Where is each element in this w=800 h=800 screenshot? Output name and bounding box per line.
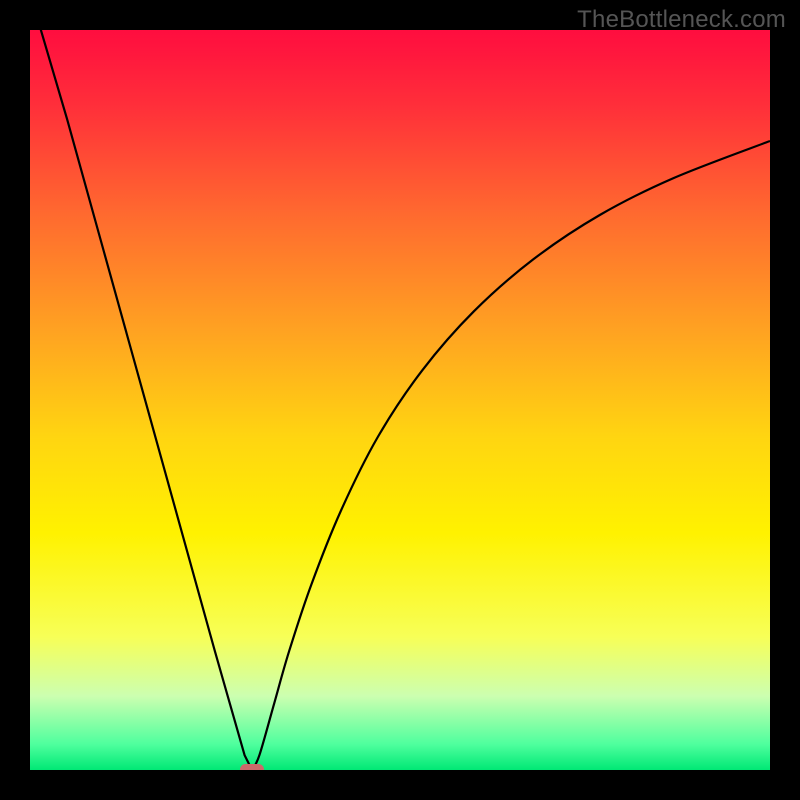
optimum-marker bbox=[240, 764, 264, 770]
chart-container: TheBottleneck.com bbox=[0, 0, 800, 800]
plot-area bbox=[30, 30, 770, 770]
chart-svg bbox=[30, 30, 770, 770]
watermark-text: TheBottleneck.com bbox=[577, 6, 786, 34]
